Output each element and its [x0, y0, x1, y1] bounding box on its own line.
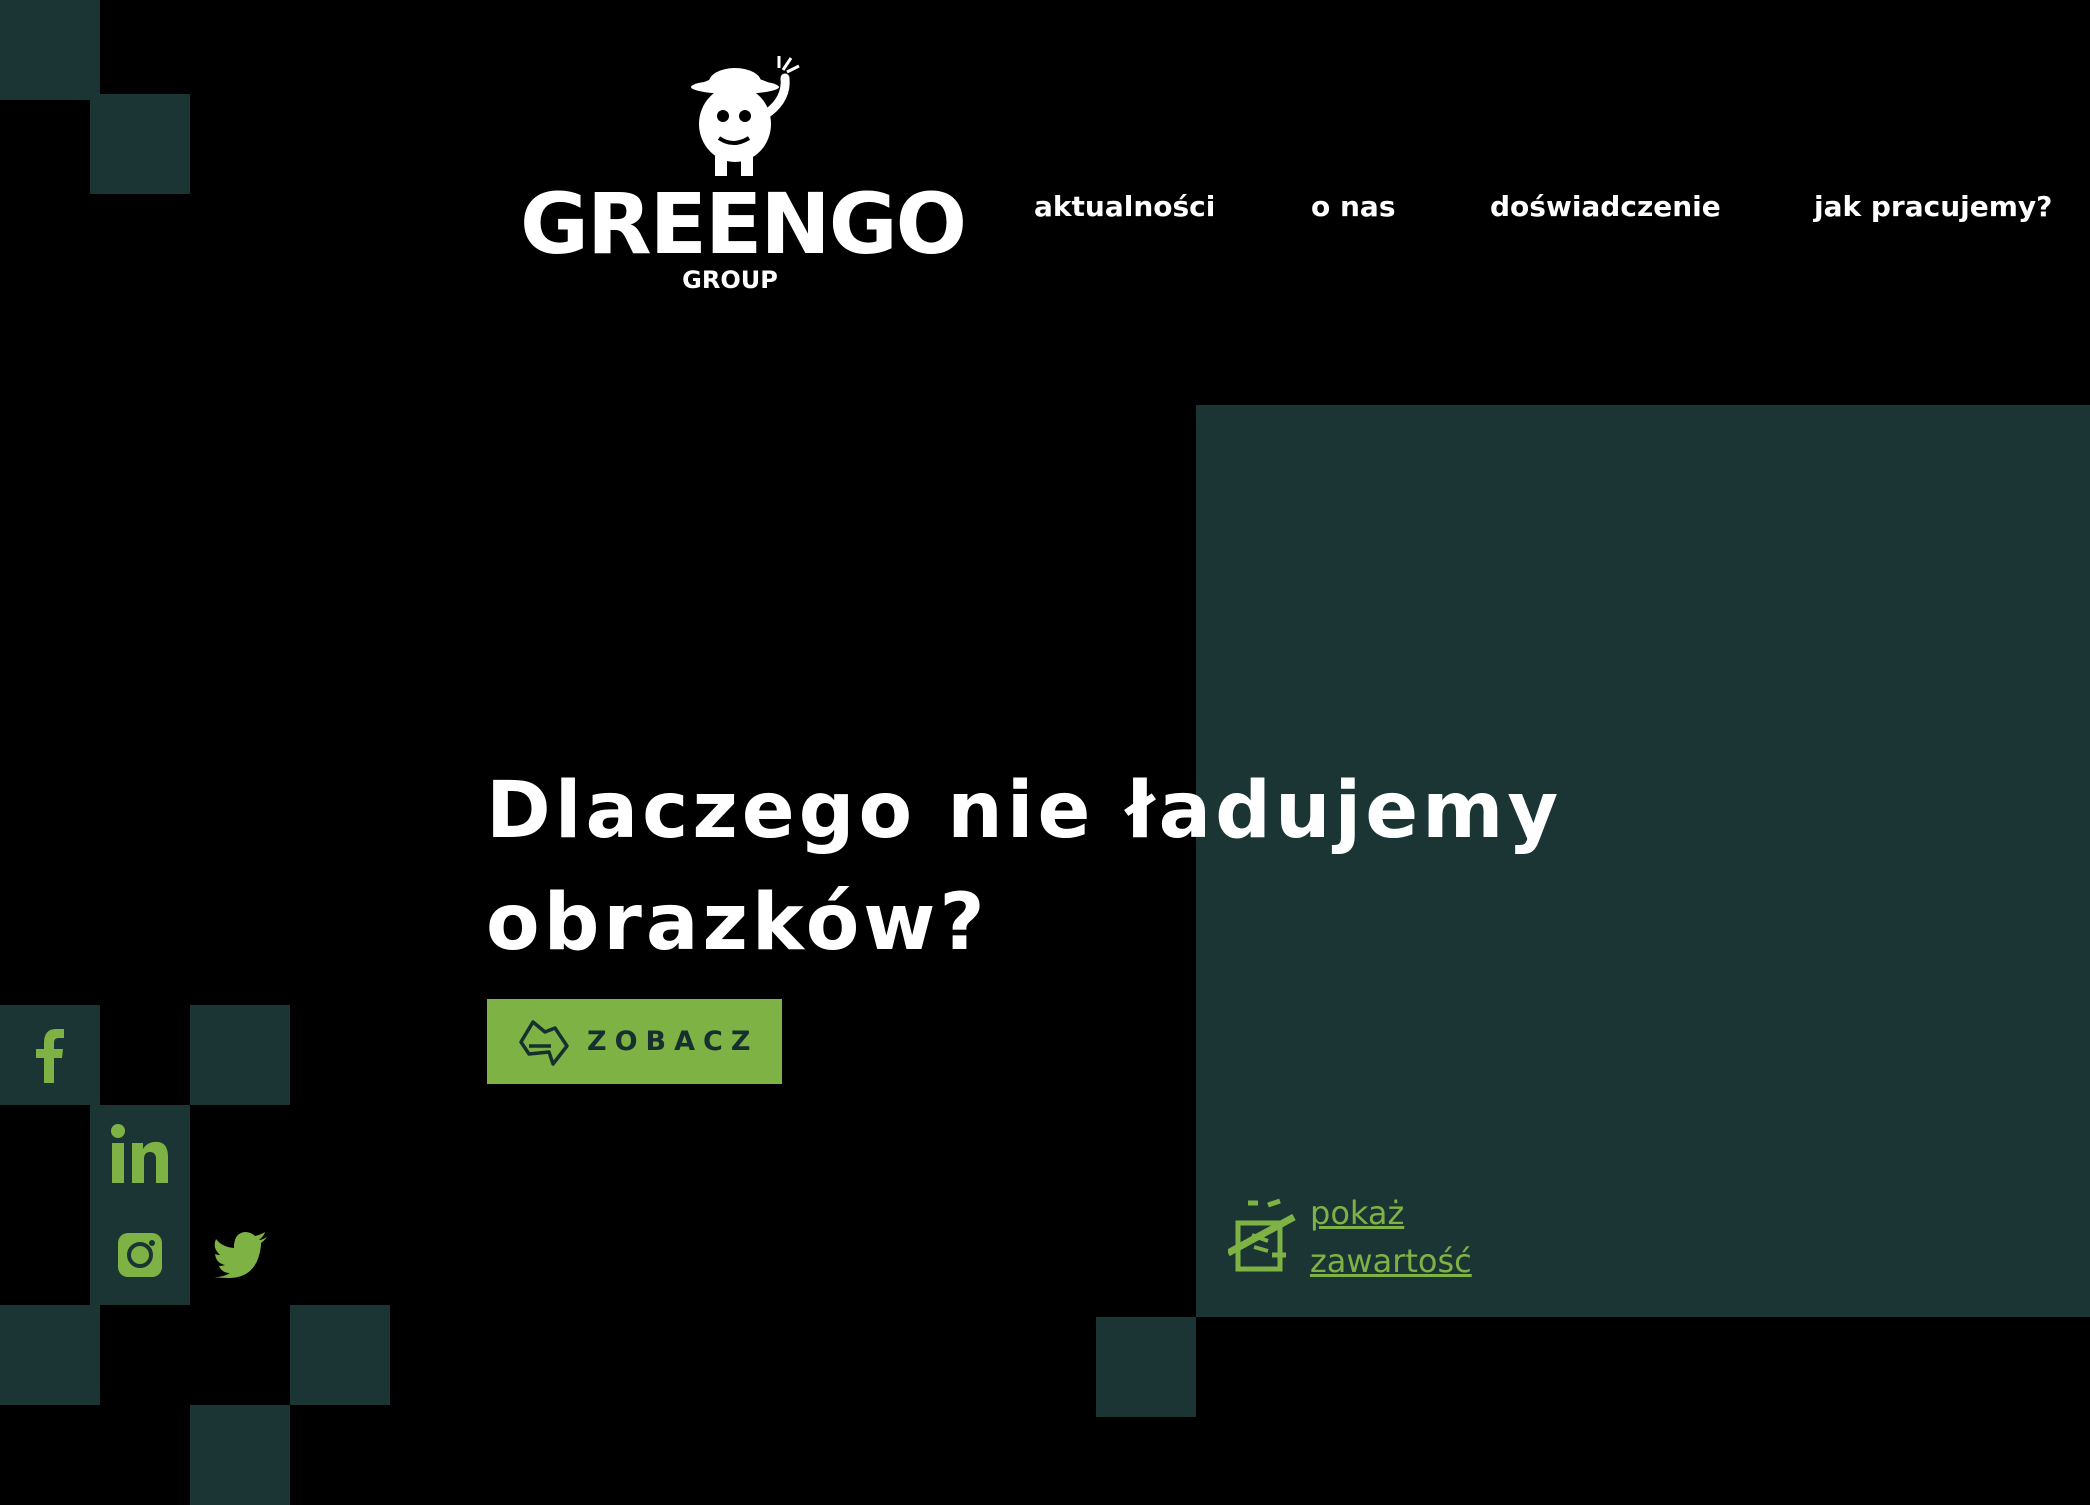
- social-instagram[interactable]: [90, 1205, 190, 1305]
- hero-title-line: Dlaczego nie ładujemy: [486, 766, 1563, 856]
- deco-tile: [0, 1305, 100, 1405]
- linkedin-icon: [111, 1124, 168, 1183]
- mb-badge-icon: [1228, 1198, 1296, 1272]
- instagram-icon: [118, 1233, 162, 1277]
- nav-item-doswiadczenie[interactable]: doświadczenie: [1490, 190, 1721, 223]
- facebook-icon: [36, 1029, 64, 1083]
- mascot-icon: [691, 56, 800, 176]
- twitter-icon: [212, 1232, 267, 1278]
- zobacz-button[interactable]: ZOBACZ: [487, 999, 782, 1084]
- show-content-text[interactable]: pokaż zawartość: [1310, 1189, 1472, 1285]
- hero-title: Dlaczego nie ładujemy obrazków?: [486, 755, 1686, 979]
- social-linkedin[interactable]: [90, 1105, 190, 1205]
- show-content-link[interactable]: pokaż zawartość: [1228, 1185, 1568, 1285]
- brand-sub: GROUP: [682, 266, 778, 294]
- deco-tile: [0, 0, 100, 100]
- zobacz-button-label: ZOBACZ: [587, 1026, 759, 1057]
- deco-tile: [90, 94, 190, 194]
- deco-tile: [1096, 1317, 1196, 1417]
- arrow-icon: [519, 1019, 569, 1066]
- nav-item-o-nas[interactable]: o nas: [1311, 190, 1395, 223]
- deco-tile: [190, 1005, 290, 1105]
- show-content-line: pokaż: [1310, 1194, 1405, 1232]
- social-twitter[interactable]: [190, 1205, 290, 1305]
- nav-item-jak-pracujemy[interactable]: jak pracujemy?: [1814, 190, 2052, 223]
- brand-name: GREENGO: [520, 175, 967, 273]
- nav-item-aktualnosci[interactable]: aktualności: [1034, 190, 1215, 223]
- social-facebook[interactable]: [0, 1005, 100, 1105]
- show-content-line: zawartość: [1310, 1242, 1472, 1280]
- deco-tile: [290, 1305, 390, 1405]
- hero-title-line: obrazków?: [486, 878, 989, 968]
- greengo-logo[interactable]: GREENGO GROUP: [520, 52, 967, 302]
- deco-tile: [190, 1405, 290, 1505]
